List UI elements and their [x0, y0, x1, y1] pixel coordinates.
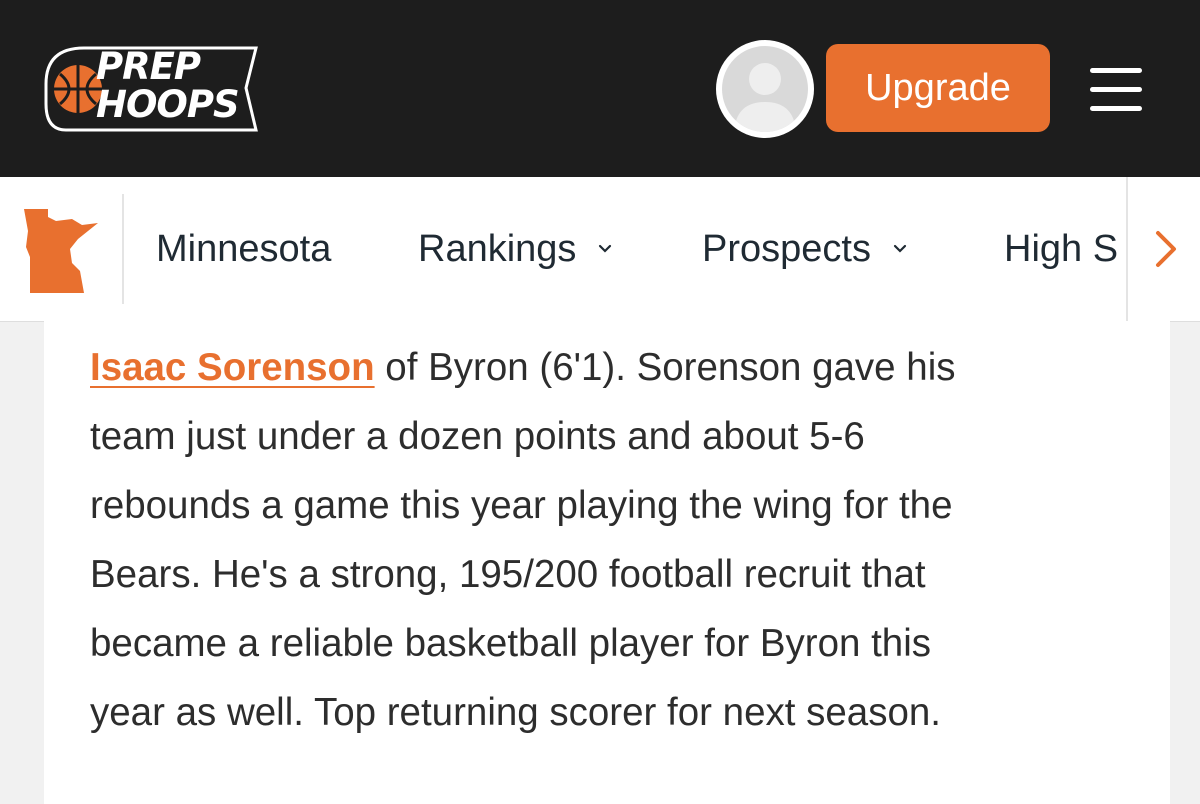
nav-item-minnesota[interactable]: Minnesota — [156, 221, 331, 277]
chevron-down-icon — [599, 244, 612, 253]
article-line: year as well. Top returning scorer for n… — [90, 691, 941, 734]
chevron-right-icon — [1156, 231, 1176, 267]
prep-hoops-logo[interactable]: PREP HOOPS — [44, 44, 259, 134]
article-paragraph: Isaac Sorenson of Byron (6'1). Sorenson … — [90, 333, 1150, 747]
article-line: rebounds a game this year playing the wi… — [90, 484, 953, 527]
minnesota-map-icon[interactable] — [22, 207, 100, 295]
logo-line-prep: PREP — [96, 45, 201, 88]
logo-line-hoops: HOOPS — [96, 83, 240, 126]
nav-item-label: High S — [1004, 227, 1119, 270]
nav-item-label: Prospects — [702, 227, 871, 270]
article-line: of Byron (6'1). Sorenson gave his — [374, 346, 956, 389]
nav-scroll-right-button[interactable] — [1126, 177, 1200, 321]
upgrade-button[interactable]: Upgrade — [826, 44, 1050, 132]
article-line: team just under a dozen points and about… — [90, 415, 865, 458]
hamburger-menu-icon[interactable] — [1090, 68, 1142, 112]
chevron-down-icon — [893, 244, 907, 253]
article-line: Bears. He's a strong, 195/200 football r… — [90, 553, 926, 596]
state-nav-bar: Minnesota Rankings Prospects High S — [0, 177, 1200, 322]
nav-item-high-school[interactable]: High S — [1004, 221, 1118, 277]
player-link[interactable]: Isaac Sorenson — [90, 346, 375, 389]
user-avatar[interactable] — [716, 40, 814, 138]
logo-text: PREP HOOPS — [96, 45, 240, 126]
nav-item-label: Rankings — [418, 227, 577, 270]
nav-item-label: Minnesota — [156, 227, 332, 270]
avatar-silhouette-icon — [722, 46, 808, 132]
article-line: became a reliable basketball player for … — [90, 622, 932, 665]
top-header: PREP HOOPS Upgrade — [0, 0, 1200, 177]
nav-item-prospects[interactable]: Prospects — [702, 221, 909, 277]
nav-items-viewport: Minnesota Rankings Prospects High S — [124, 177, 1126, 321]
nav-item-rankings[interactable]: Rankings — [418, 221, 614, 277]
